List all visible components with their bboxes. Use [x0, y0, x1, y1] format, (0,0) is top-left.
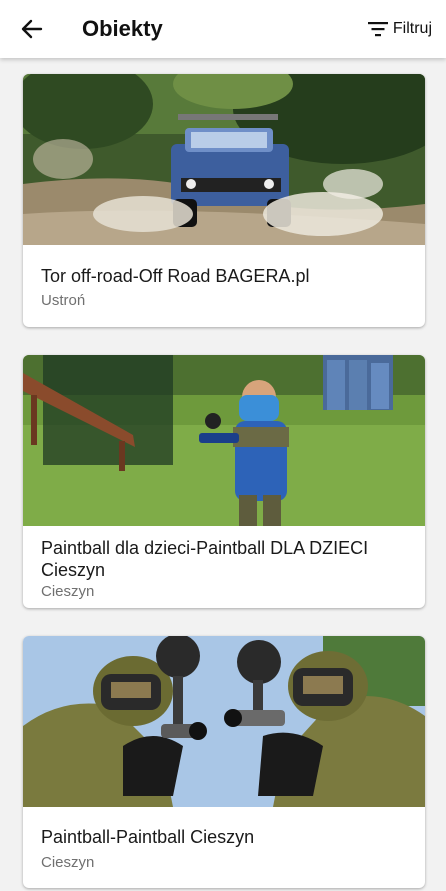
object-title: Paintball-Paintball Cieszyn — [41, 827, 255, 847]
object-card[interactable]: Paintball dla dzieci-Paintball DLA DZIEC… — [23, 355, 425, 608]
arrow-back-icon — [21, 19, 43, 39]
object-location: Ustroń — [41, 292, 86, 309]
object-image-paintball — [23, 636, 425, 807]
object-title: Tor off-road-Off Road BAGERA.pl — [41, 266, 310, 286]
object-title: Paintball dla dzieci-Paintball DLA DZIEC… — [41, 538, 369, 580]
back-button[interactable] — [14, 12, 50, 46]
object-location: Cieszyn — [41, 854, 95, 871]
filter-button[interactable]: Filtruj — [367, 14, 432, 44]
object-card[interactable]: Paintball-Paintball Cieszyn Cieszyn — [23, 636, 425, 888]
object-image-kids-paintball — [23, 355, 425, 526]
object-image-offroad — [23, 74, 425, 245]
page-title: Obiekty — [82, 16, 163, 41]
object-location: Cieszyn — [41, 583, 95, 600]
filter-icon — [367, 22, 388, 37]
filter-label: Filtruj — [392, 20, 432, 37]
object-card[interactable]: Tor off-road-Off Road BAGERA.pl Ustroń — [23, 74, 425, 327]
app-bar: Obiekty Filtruj — [0, 0, 446, 58]
